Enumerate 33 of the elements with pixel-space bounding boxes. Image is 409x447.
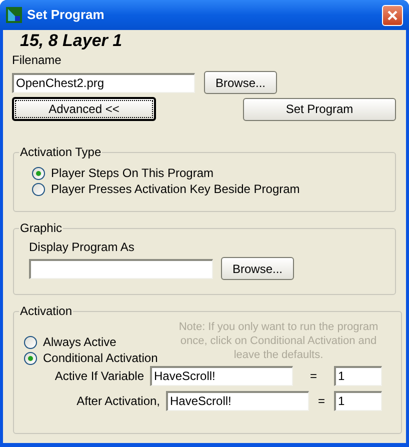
- group-title: Activation Type: [19, 144, 102, 161]
- push-button[interactable]: Browse...: [204, 71, 277, 94]
- text-field[interactable]: HaveScroll!: [150, 366, 293, 386]
- text-field[interactable]: 1: [334, 366, 382, 386]
- close-icon: [387, 10, 398, 20]
- text-field[interactable]: [29, 258, 213, 278]
- radio-label: Player Presses Activation Key Beside Program: [51, 181, 300, 198]
- note-text: Note: If you only want to run the program once, click on Conditional Activation and leave the defaults.: [178, 320, 380, 363]
- field-label: Display Program As: [29, 240, 136, 254]
- equals-sign: =: [316, 393, 326, 410]
- radio-button[interactable]: [32, 166, 45, 180]
- field-label: Filename: [12, 53, 62, 67]
- close-button[interactable]: [382, 4, 403, 26]
- radio-label: Player Steps On This Program: [51, 165, 214, 182]
- layer-heading: 15, 8 Layer 1: [20, 31, 124, 51]
- text-field[interactable]: OpenChest2.prg: [12, 72, 195, 92]
- window-title: Set Program: [27, 6, 106, 24]
- radio-button[interactable]: [24, 336, 37, 348]
- app-icon: [6, 7, 22, 23]
- push-button[interactable]: Set Program: [243, 98, 396, 120]
- radio-button[interactable]: [32, 182, 45, 196]
- text-field[interactable]: HaveScroll!: [166, 391, 309, 411]
- radio-label: Conditional Activation: [43, 350, 158, 367]
- text-field[interactable]: 1: [334, 391, 382, 411]
- row-label: Active If Variable: [54, 368, 144, 385]
- group-title: Activation: [19, 303, 74, 320]
- push-button[interactable]: Advanced <<: [12, 97, 156, 121]
- push-button[interactable]: Browse...: [221, 257, 294, 280]
- radio-button[interactable]: [24, 352, 37, 364]
- equals-sign: =: [308, 368, 318, 385]
- group-title: Graphic: [19, 220, 64, 237]
- radio-label: Always Active: [43, 334, 116, 351]
- row-label: After Activation,: [76, 393, 160, 410]
